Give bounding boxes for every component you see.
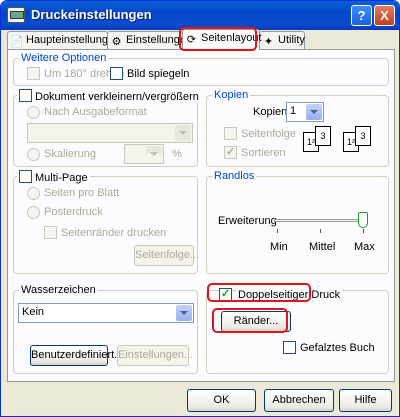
collate-checkbox[interactable] xyxy=(224,127,237,140)
folded-booklet-checkbox[interactable] xyxy=(283,341,296,354)
tab-label: Utility xyxy=(278,34,305,46)
watermark-group: Wasserzeichen Kein Benutzerdefiniert... … xyxy=(13,284,198,374)
pages-per-sheet-radio[interactable] xyxy=(27,187,40,200)
help-button[interactable]: ? xyxy=(351,5,372,26)
slider-max-label: Max xyxy=(354,241,375,253)
resize-title: Dokument verkleinern/vergrößern xyxy=(17,89,201,103)
output-format-radio[interactable] xyxy=(27,106,40,119)
output-format-dropdown[interactable] xyxy=(27,123,193,143)
chevron-down-icon xyxy=(175,125,191,141)
multipage-title: Multi-Page xyxy=(17,170,90,184)
rotate-180-checkbox[interactable] xyxy=(27,67,40,80)
duplex-group: Doppelseitiger Druck Ränder... Gefalztes… xyxy=(206,287,389,374)
copies-input[interactable]: 1 xyxy=(286,102,324,122)
borderless-group: Randlos Erweiterung Min Mittel Max xyxy=(206,170,389,274)
poster-radio[interactable] xyxy=(27,206,40,219)
slider-min-label: Min xyxy=(270,241,288,253)
watermark-selected: Kein xyxy=(22,306,45,318)
duplex-label: Doppelseitiger Druck xyxy=(236,289,343,301)
folded-booklet-label: Gefalztes Buch xyxy=(300,342,375,354)
sorted-pages-icon: 3 xyxy=(355,126,371,146)
chevron-down-icon xyxy=(176,305,192,321)
scale-radio[interactable] xyxy=(27,148,40,161)
printer-icon xyxy=(7,7,25,23)
copies-label: Kopien xyxy=(253,106,288,118)
multipage-group: Multi-Page Seiten pro Blatt Posterdruck … xyxy=(13,170,199,274)
collate-pages-icon: 3 xyxy=(315,126,331,146)
copies-group: Kopien Kopien 1 Seitenfolge Sortieren 1²… xyxy=(206,89,389,167)
print-margins-label: Seitenränder drucken xyxy=(61,227,167,239)
expansion-slider-thumb[interactable] xyxy=(358,212,368,228)
watermark-dropdown[interactable]: Kein xyxy=(18,303,194,323)
title-bar[interactable]: Druckeinstellungen ? X xyxy=(1,1,399,30)
pages-per-sheet-label: Seiten pro Blatt xyxy=(44,187,120,199)
tab-haupteinstellungen[interactable]: 📄 Haupteinstellungen xyxy=(7,31,120,49)
margins-button[interactable]: Ränder... xyxy=(221,311,291,332)
page-order-button[interactable]: Seitenfolge... xyxy=(134,245,199,266)
resize-checkbox[interactable] xyxy=(19,89,32,102)
resize-group: Dokument verkleinern/vergrößern Nach Aus… xyxy=(13,89,201,167)
poster-label: Posterdruck xyxy=(44,206,103,218)
collate-label: Seitenfolge xyxy=(241,128,297,140)
utility-icon: ✦ xyxy=(263,36,274,48)
help-footer-button[interactable]: Hilfe xyxy=(339,389,392,412)
close-button[interactable]: X xyxy=(374,5,395,26)
layout-icon: ⟳ xyxy=(186,34,197,46)
scale-input[interactable] xyxy=(124,144,164,164)
watermark-user-defined-button[interactable]: Benutzerdefiniert... xyxy=(30,345,123,366)
tab-seitenlayout[interactable]: ⟳ Seitenlayout xyxy=(182,29,262,50)
tab-label: Seitenlayout xyxy=(201,32,262,44)
ok-button[interactable]: OK xyxy=(187,389,256,412)
mirror-image-label: Bild spiegeln xyxy=(127,68,190,80)
multipage-checkbox[interactable] xyxy=(19,170,32,183)
main-settings-icon: 📄 xyxy=(10,36,24,48)
tab-utility[interactable]: ✦ Utility xyxy=(259,31,305,49)
more-options-title: Weitere Optionen xyxy=(19,52,109,64)
slider-tick xyxy=(320,229,321,233)
multipage-title-text: Multi-Page xyxy=(35,172,88,184)
scale-label: Skalierung xyxy=(44,148,96,160)
duplex-checkbox[interactable] xyxy=(219,287,232,301)
output-format-label: Nach Ausgabeformat xyxy=(44,106,147,118)
settings-icon: ⚙ xyxy=(111,36,122,48)
window-title: Druckeinstellungen xyxy=(31,7,152,22)
print-margins-checkbox[interactable] xyxy=(44,226,57,239)
tab-einstellungen[interactable]: ⚙ Einstellungen xyxy=(107,31,192,49)
sort-checkbox[interactable] xyxy=(224,145,237,159)
resize-title-text: Dokument verkleinern/vergrößern xyxy=(35,91,199,103)
printer-settings-window: Druckeinstellungen ? X 📄 Haupteinstellung… xyxy=(0,0,400,417)
sort-label: Sortieren xyxy=(241,147,286,159)
slider-tick xyxy=(363,229,364,233)
borderless-title: Randlos xyxy=(212,170,257,182)
tab-panel-seitenlayout: Weitere Optionen Um 180° drehen Bild spi… xyxy=(7,49,395,382)
spinner-icon[interactable] xyxy=(306,104,322,120)
slider-mid-label: Mittel xyxy=(309,241,336,253)
copies-value: 1 xyxy=(290,105,297,117)
slider-tick xyxy=(277,229,278,233)
watermark-title: Wasserzeichen xyxy=(19,284,98,296)
spinner-icon xyxy=(146,146,162,156)
cancel-button[interactable]: Abbrechen xyxy=(264,389,334,412)
copies-title: Kopien xyxy=(212,89,251,101)
expansion-slider-track[interactable] xyxy=(274,219,366,222)
watermark-settings-button[interactable]: Einstellungen... xyxy=(117,345,193,366)
percent-label: % xyxy=(172,148,182,160)
more-options-group: Weitere Optionen Um 180° drehen Bild spi… xyxy=(13,52,389,86)
mirror-image-checkbox[interactable] xyxy=(110,67,123,80)
expansion-label: Erweiterung xyxy=(218,215,277,227)
